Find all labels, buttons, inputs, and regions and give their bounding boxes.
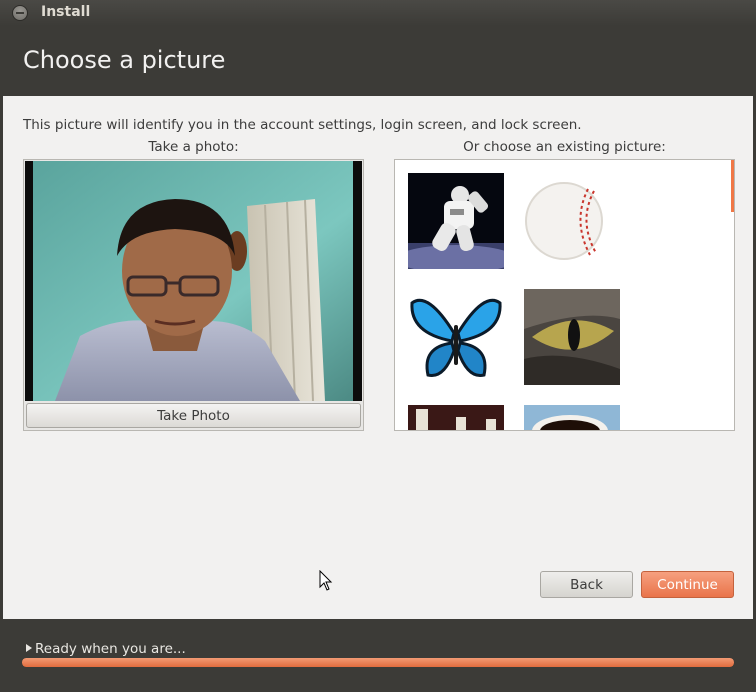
webcam-frame: Take Photo (23, 159, 364, 431)
take-photo-label: Take a photo: (148, 139, 239, 155)
coffee-icon (524, 405, 620, 430)
baseball-picture[interactable] (524, 173, 620, 269)
webcam-preview (25, 161, 362, 401)
butterfly-picture[interactable] (408, 289, 504, 385)
intro-text: This picture will identify you in the ac… (23, 117, 582, 133)
webcam-image (25, 161, 362, 401)
cat-eye-picture[interactable] (524, 289, 620, 385)
coffee-picture[interactable] (524, 405, 620, 430)
scrollbar[interactable] (731, 160, 734, 212)
chess-picture[interactable] (408, 405, 504, 430)
picture-grid[interactable] (394, 159, 735, 431)
back-button[interactable]: Back (540, 571, 633, 598)
astronaut-icon (408, 173, 504, 269)
installer-window: Install Choose a picture This picture wi… (0, 0, 756, 692)
continue-button[interactable]: Continue (641, 571, 734, 598)
existing-picture-label: Or choose an existing picture: (463, 139, 666, 155)
page-header: Choose a picture (0, 26, 756, 96)
title-bar[interactable]: Install (0, 0, 756, 26)
mouse-cursor-icon (319, 570, 333, 591)
status-text: Ready when you are... (35, 641, 186, 657)
butterfly-icon (408, 289, 504, 385)
content-area: This picture will identify you in the ac… (3, 96, 753, 619)
window-close-icon[interactable] (12, 5, 28, 21)
expander-arrow-icon (26, 644, 32, 652)
progress-bar (22, 658, 734, 667)
page-title: Choose a picture (23, 46, 226, 74)
progress-fill (22, 658, 734, 667)
chess-icon (408, 405, 504, 430)
baseball-icon (524, 173, 620, 269)
cat-eye-icon (524, 289, 620, 385)
astronaut-picture[interactable] (408, 173, 504, 269)
status-expander[interactable]: Ready when you are... (26, 641, 186, 657)
window-title: Install (41, 4, 91, 20)
status-footer: Ready when you are... (3, 619, 753, 689)
take-photo-button[interactable]: Take Photo (26, 403, 361, 428)
